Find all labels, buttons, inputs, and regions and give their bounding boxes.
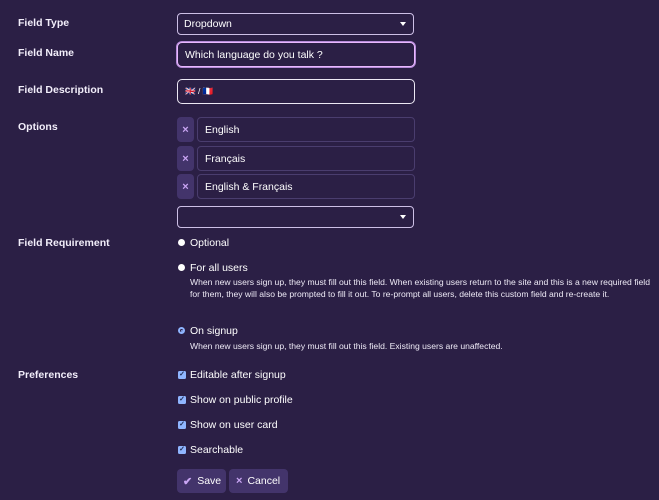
options-label: Options [18,121,58,133]
check-icon: ✔ [183,475,193,488]
show-on-user-card-label: Show on user card [190,419,278,431]
save-button[interactable]: ✔ Save [177,469,226,493]
field-name-label: Field Name [18,47,75,59]
radio-on-signup[interactable] [178,327,185,334]
field-description-label: Field Description [18,84,104,96]
chevron-down-icon [400,22,406,26]
field-type-select[interactable]: Dropdown [177,13,414,35]
option-value: Français [205,152,246,165]
editable-after-signup-label: Editable after signup [190,369,286,381]
close-icon[interactable]: × [177,117,194,142]
checkbox-editable-after-signup[interactable]: ✓ [178,371,186,379]
option-input[interactable]: English & Français [197,174,415,199]
checkbox-searchable[interactable]: ✓ [178,446,186,454]
radio-optional[interactable] [178,239,185,246]
radio-for-all-users[interactable] [178,264,185,271]
radio-on-signup-label: On signup [190,325,238,337]
radio-optional-label: Optional [190,237,230,249]
on-signup-description: When new users sign up, they must fill o… [190,341,503,351]
field-name-input[interactable]: Which language do you talk ? [177,42,415,67]
field-description-input[interactable]: 🇬🇧 / 🇫🇷 [177,79,415,104]
save-button-label: Save [197,475,222,487]
option-input[interactable]: English [197,117,415,142]
option-input[interactable]: Français [197,146,415,171]
show-on-public-profile-label: Show on public profile [190,394,293,406]
option-value: English [205,123,240,136]
field-requirement-label: Field Requirement [18,237,110,249]
chevron-down-icon [400,215,406,219]
checkbox-show-on-public-profile[interactable]: ✓ [178,396,186,404]
add-option-select[interactable] [177,206,414,228]
close-icon[interactable]: × [177,174,194,199]
option-value: English & Français [205,180,293,193]
for-all-users-description: When new users sign up, they must fill o… [190,277,650,299]
field-name-value: Which language do you talk ? [185,48,323,61]
cancel-button-label: Cancel [247,475,281,487]
option-row: × English [177,117,415,142]
close-icon: × [236,475,243,487]
field-type-value: Dropdown [184,18,232,30]
checkbox-show-on-user-card[interactable]: ✓ [178,421,186,429]
field-description-value: 🇬🇧 / 🇫🇷 [185,86,214,96]
field-type-label: Field Type [18,17,70,29]
searchable-label: Searchable [190,444,244,456]
option-row: × Français [177,146,415,171]
cancel-button[interactable]: × Cancel [229,469,288,493]
radio-for-all-users-label: For all users [190,262,248,274]
option-row: × English & Français [177,174,415,199]
preferences-label: Preferences [18,369,79,381]
close-icon[interactable]: × [177,146,194,171]
